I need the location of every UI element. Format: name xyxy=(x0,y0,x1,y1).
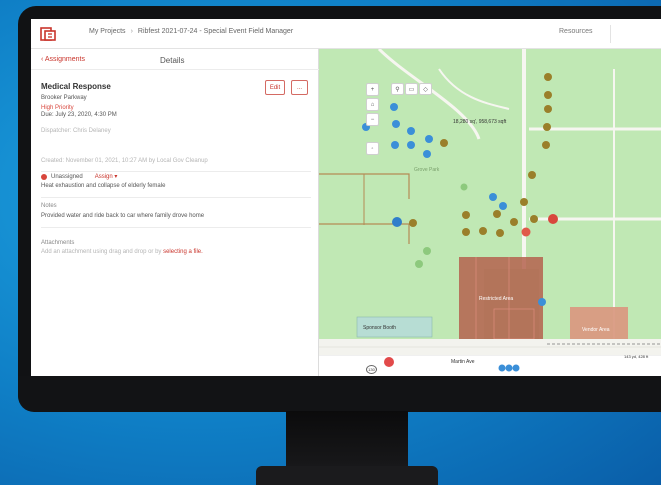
street-label: Martin Ave xyxy=(451,359,475,365)
attachments-label: Attachments xyxy=(41,240,75,246)
attachments-hint-text: Add an attachment using drag and drop or… xyxy=(41,249,162,255)
zoom-out-button[interactable]: − xyxy=(366,113,379,126)
breadcrumb: My Projects › Ribfest 2021-07-24 - Speci… xyxy=(89,28,293,35)
edit-button[interactable]: Edit xyxy=(265,80,285,95)
due-date: Due: July 23, 2020, 4:30 PM xyxy=(41,112,117,118)
restricted-area-label[interactable]: Restricted Area xyxy=(479,296,513,302)
status-label: Unassigned xyxy=(51,173,83,180)
assign-dropdown[interactable]: Assign ▾ xyxy=(95,173,118,180)
dispatcher-label: Dispatcher: Chris Delaney xyxy=(41,128,111,134)
road-badge: 130 xyxy=(366,365,377,374)
notes-label: Notes xyxy=(41,203,57,209)
resources-link[interactable]: Resources xyxy=(559,28,592,35)
top-bar: My Projects › Ribfest 2021-07-24 - Speci… xyxy=(31,19,661,49)
vendor-area-label[interactable]: Vendor Area xyxy=(582,327,610,333)
divider xyxy=(41,171,311,172)
attachments-hint: Add an attachment using drag and drop or… xyxy=(41,249,203,255)
panel-tabs: ‹ Assignments Details xyxy=(31,49,319,70)
monitor-stand-base xyxy=(256,466,438,485)
status-row: Unassigned Assign ▾ xyxy=(41,173,117,180)
monitor-chin xyxy=(18,376,661,412)
park-label: Grove Park xyxy=(414,167,440,173)
monitor-stand-neck xyxy=(286,411,408,471)
measure-label: 143 yd, 428 ft xyxy=(624,354,649,359)
divider xyxy=(41,197,311,198)
tab-assignments[interactable]: ‹ Assignments xyxy=(41,56,85,63)
app-logo-icon[interactable] xyxy=(40,26,56,42)
search-icon[interactable]: ⚲ xyxy=(391,83,404,95)
notes-text: Provided water and ride back to car wher… xyxy=(41,213,205,219)
zoom-in-button[interactable]: + xyxy=(366,83,379,96)
layers-icon[interactable]: ◇ xyxy=(419,83,432,95)
assignment-location: Brooker Parkway xyxy=(41,95,87,101)
description-text: Heat exhaustion and collapse of elderly … xyxy=(41,183,166,189)
tab-assignments-label: Assignments xyxy=(44,56,85,63)
divider xyxy=(41,227,311,228)
breadcrumb-separator: › xyxy=(130,28,133,35)
tab-details[interactable]: Details xyxy=(160,56,184,65)
map-view[interactable]: + ⌂ − ◦ ⚲ ▭ ◇ 18,280 sq', 958,673 sqft G… xyxy=(319,49,661,376)
select-file-link[interactable]: selecting a file. xyxy=(163,249,203,255)
detail-panel: ‹ Assignments Details Medical Response E… xyxy=(31,49,319,376)
breadcrumb-projects[interactable]: My Projects xyxy=(89,28,126,35)
sponsor-booth-label[interactable]: Sponsor Booth xyxy=(363,325,396,331)
measure-icon[interactable]: ▭ xyxy=(405,83,418,95)
area-measurement-label: 18,280 sq', 958,673 sqft xyxy=(453,119,507,125)
assign-label: Assign xyxy=(94,174,113,180)
app-screen: My Projects › Ribfest 2021-07-24 - Speci… xyxy=(31,19,661,376)
header-divider xyxy=(610,25,611,43)
priority-label: High Priority xyxy=(41,105,74,111)
more-options-button[interactable]: ... xyxy=(291,80,308,95)
breadcrumb-project[interactable]: Ribfest 2021-07-24 - Special Event Field… xyxy=(138,28,293,35)
assignment-title: Medical Response xyxy=(41,82,111,91)
created-label: Created: November 01, 2021, 10:27 AM by … xyxy=(41,158,208,164)
home-icon[interactable]: ⌂ xyxy=(366,98,379,111)
locate-icon[interactable]: ◦ xyxy=(366,142,379,155)
status-dot-icon xyxy=(41,173,47,180)
